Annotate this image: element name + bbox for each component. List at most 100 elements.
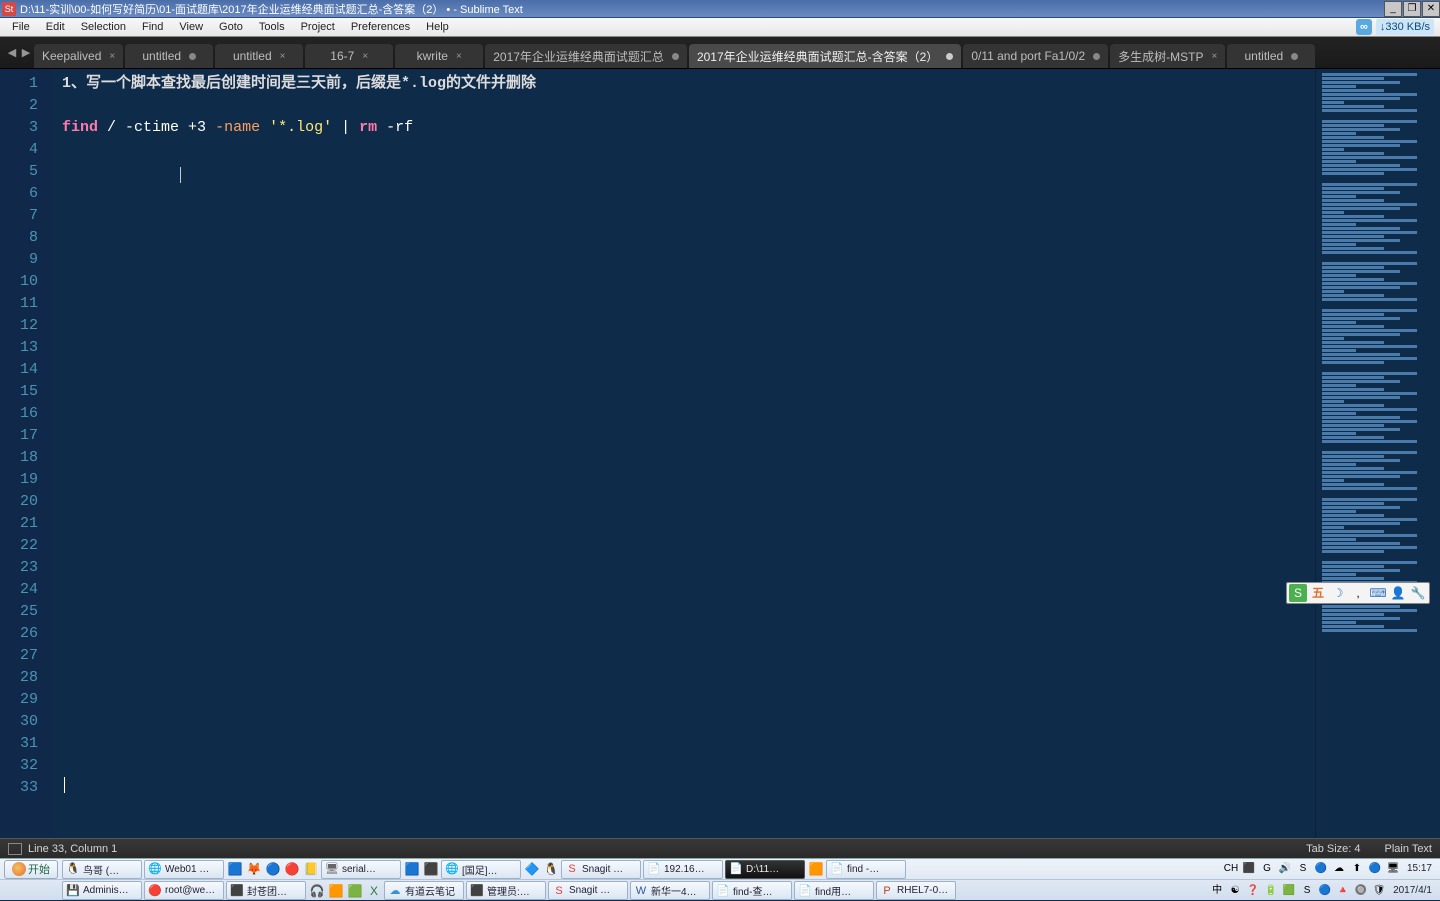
start-button[interactable]: 开始 (4, 860, 58, 879)
status-tabsize[interactable]: Tab Size: 4 (1306, 843, 1360, 855)
tab-close-icon[interactable]: × (109, 51, 115, 62)
tab-2017年企业运维经典面试题汇总[interactable]: 2017年企业运维经典面试题汇总 (485, 44, 687, 68)
tab-多生成树-MSTP[interactable]: 多生成树-MSTP× (1110, 44, 1225, 68)
taskbar-button[interactable]: ⬛封苍团… (226, 881, 306, 900)
quicklaunch-icon[interactable]: 🔵 (264, 860, 282, 879)
taskbar-button[interactable]: 🔴root@we… (144, 881, 224, 900)
quicklaunch-icon[interactable]: 🔷 (523, 860, 541, 879)
quicklaunch-icon[interactable]: 🎧 (308, 881, 326, 900)
taskbar-button[interactable]: 📄192.16… (643, 860, 723, 879)
tab-close-icon[interactable]: × (362, 51, 368, 62)
tray-icon[interactable]: ☯ (1227, 883, 1243, 899)
taskbar-button[interactable]: 🐧鸟哥 (… (62, 860, 142, 879)
tray-icon[interactable]: 🖥 (1385, 861, 1401, 877)
taskbar-button[interactable]: 🌐[国足]… (441, 860, 521, 879)
tray-clock-time[interactable]: 15:17 (1403, 864, 1436, 874)
taskbar-button[interactable]: 📄D:\11… (725, 860, 805, 879)
quicklaunch-icon[interactable]: 🦊 (245, 860, 263, 879)
menu-help[interactable]: Help (418, 19, 457, 36)
tray-icon[interactable]: 🔵 (1317, 883, 1333, 899)
taskbar-button[interactable]: 🌐Web01 … (144, 860, 224, 879)
menu-tools[interactable]: Tools (251, 19, 293, 36)
tab-untitled[interactable]: untitled (125, 44, 213, 68)
tab-untitled[interactable]: untitled (1227, 44, 1315, 68)
quicklaunch-icon[interactable]: 📒 (302, 860, 320, 879)
tray-icon[interactable]: 🟩 (1281, 883, 1297, 899)
tray-icon[interactable]: 🔵 (1313, 861, 1329, 877)
taskbar-button[interactable]: 📄find用… (794, 881, 874, 900)
tab-label: 0/11 and port Fa1/0/2 (971, 49, 1085, 63)
tab-untitled[interactable]: untitled× (215, 44, 303, 68)
menu-preferences[interactable]: Preferences (343, 19, 418, 36)
status-panel-icon[interactable] (8, 843, 22, 855)
tab-close-icon[interactable]: × (280, 51, 286, 62)
tray-icon[interactable]: G (1259, 861, 1275, 877)
taskbar-button[interactable]: ☁有道云笔记 (384, 881, 464, 900)
menu-view[interactable]: View (171, 19, 211, 36)
tray-icon[interactable]: 🛡 (1371, 883, 1387, 899)
menu-project[interactable]: Project (293, 19, 343, 36)
taskbar-button[interactable]: 🖥serial… (321, 860, 401, 879)
tray-icon[interactable]: S (1295, 861, 1311, 877)
quicklaunch-icon[interactable]: X (365, 881, 383, 900)
status-syntax[interactable]: Plain Text (1385, 843, 1433, 855)
tab-close-icon[interactable]: × (1212, 51, 1218, 62)
taskbar-button[interactable]: ⬛管理员:… (466, 881, 546, 900)
tray-icon[interactable]: ⬆ (1349, 861, 1365, 877)
taskbar-button[interactable]: 💾Adminis… (62, 881, 142, 900)
ime-logo-icon[interactable]: S (1289, 584, 1307, 602)
menu-file[interactable]: File (4, 19, 38, 36)
tray-icon[interactable]: ☁ (1331, 861, 1347, 877)
minimize-button[interactable]: _ (1384, 1, 1402, 17)
taskbar-button[interactable]: 📄find -… (826, 860, 906, 879)
tray-icon[interactable]: S (1299, 883, 1315, 899)
tray-icon[interactable]: 🔘 (1353, 883, 1369, 899)
quicklaunch-icon[interactable]: 🟦 (226, 860, 244, 879)
code-editor[interactable]: 1、写一个脚本查找最后创建时间是三天前，后缀是*.log的文件并删除 find … (52, 69, 1315, 838)
ime-comma-icon[interactable]: , (1349, 584, 1367, 602)
tab-Keepalived[interactable]: Keepalived× (34, 44, 123, 68)
ime-mode-label[interactable]: 五 (1309, 584, 1327, 602)
quicklaunch-icon[interactable]: 🔴 (283, 860, 301, 879)
ime-wrench-icon[interactable]: 🔧 (1409, 584, 1427, 602)
nav-forward-icon[interactable]: ▶ (20, 44, 32, 62)
taskbar-button[interactable]: W新华一4… (630, 881, 710, 900)
tab-kwrite[interactable]: kwrite× (395, 44, 483, 68)
tab-close-icon[interactable]: × (456, 51, 462, 62)
quicklaunch-icon[interactable]: 🟧 (807, 860, 825, 879)
taskbar-button[interactable]: PRHEL7-0… (876, 881, 956, 900)
maximize-button[interactable]: ❐ (1403, 1, 1421, 17)
ime-toolbar[interactable]: S 五 ☽ , ⌨ 👤 🔧 (1286, 582, 1430, 604)
tray-icon[interactable]: 🔺 (1335, 883, 1351, 899)
tray-icon[interactable]: 🔊 (1277, 861, 1293, 877)
taskbar-button[interactable]: 📄find-查… (712, 881, 792, 900)
tray-icon[interactable]: ❓ (1245, 883, 1261, 899)
quicklaunch-icon[interactable]: ⬛ (422, 860, 440, 879)
tray-icon[interactable]: 🔋 (1263, 883, 1279, 899)
ime-user-icon[interactable]: 👤 (1389, 584, 1407, 602)
quicklaunch-icon[interactable]: 🟧 (327, 881, 345, 900)
close-button[interactable]: ✕ (1422, 1, 1440, 17)
tray-icon[interactable]: 中 (1209, 883, 1225, 899)
tab-2017年企业运维经典面试题汇总-含答案（2）[interactable]: 2017年企业运维经典面试题汇总-含答案（2） (689, 44, 961, 68)
taskbar-button[interactable]: SSnagit … (561, 860, 641, 879)
tray-icon[interactable]: 🔵 (1367, 861, 1383, 877)
ime-moon-icon[interactable]: ☽ (1329, 584, 1347, 602)
tray-icon[interactable]: CH (1223, 861, 1239, 877)
taskbar-button[interactable]: SSnagit … (548, 881, 628, 900)
menu-goto[interactable]: Goto (211, 19, 251, 36)
menu-find[interactable]: Find (134, 19, 171, 36)
taskbar-button-label: Adminis… (83, 885, 129, 896)
quicklaunch-icon[interactable]: 🐧 (542, 860, 560, 879)
menu-edit[interactable]: Edit (38, 19, 73, 36)
tray-clock-date[interactable]: 2017/4/1 (1389, 886, 1436, 896)
quicklaunch-icon[interactable]: 🟩 (346, 881, 364, 900)
quicklaunch-icon[interactable]: 🟦 (403, 860, 421, 879)
minimap[interactable] (1315, 69, 1440, 838)
tab-0/11 and port Fa1/0/2[interactable]: 0/11 and port Fa1/0/2 (963, 44, 1108, 68)
menu-selection[interactable]: Selection (73, 19, 134, 36)
ime-keyboard-icon[interactable]: ⌨ (1369, 584, 1387, 602)
nav-back-icon[interactable]: ◀ (6, 44, 18, 62)
tab-16-7[interactable]: 16-7× (305, 44, 393, 68)
tray-icon[interactable]: ⬛ (1241, 861, 1257, 877)
